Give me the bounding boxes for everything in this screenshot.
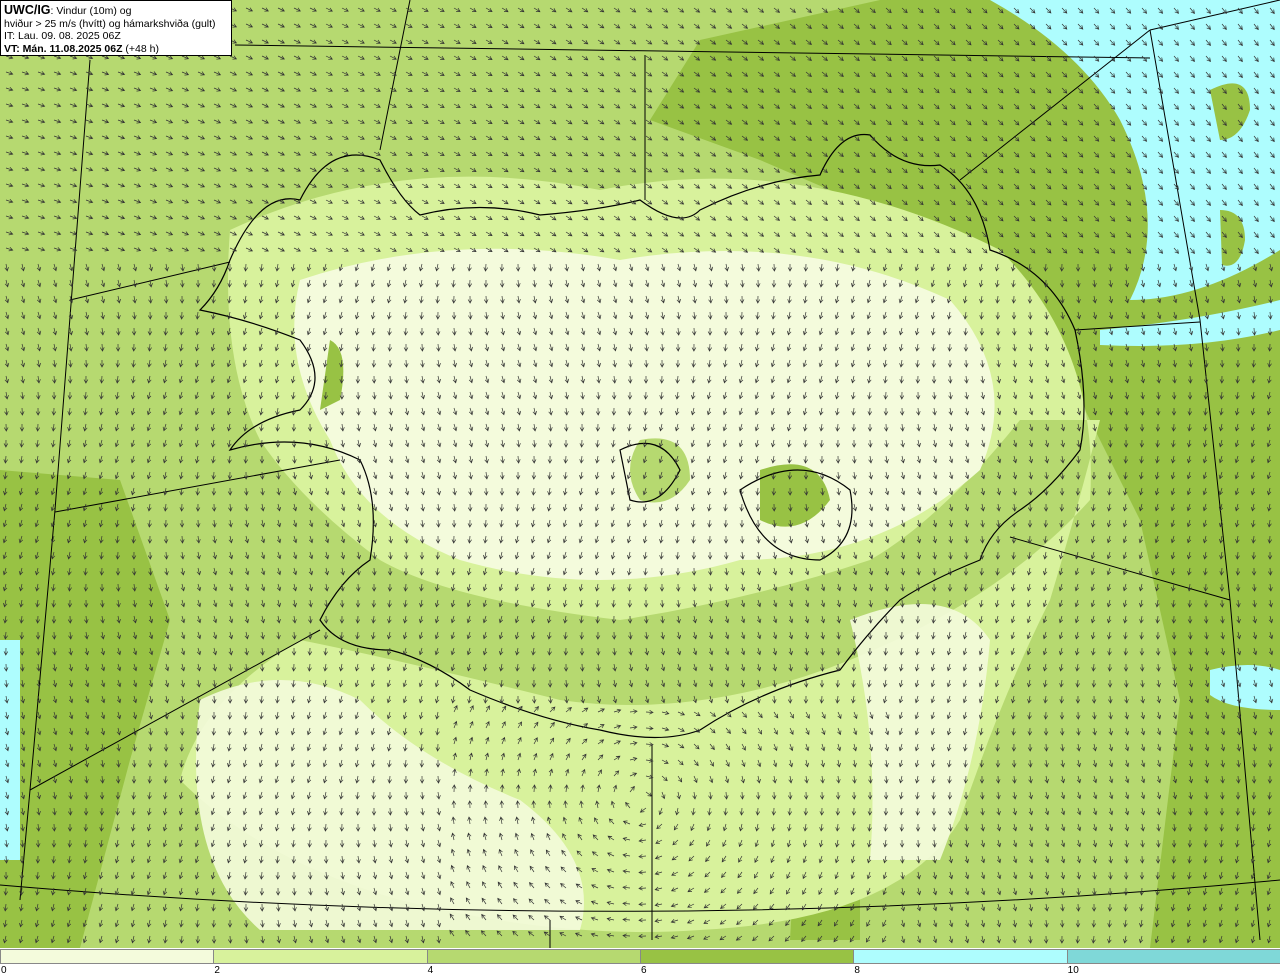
legend-separator bbox=[426, 949, 428, 964]
legend-tick-label: 0 bbox=[1, 965, 7, 976]
valid-time: VT: Mán. 11.08.2025 06Z bbox=[4, 42, 123, 55]
color-legend: 0 2 4 6 8 10 bbox=[0, 949, 1280, 978]
legend-separator bbox=[213, 949, 215, 964]
legend-swatch bbox=[1066, 949, 1280, 964]
legend-tick-label: 6 bbox=[641, 965, 647, 976]
legend-swatch bbox=[213, 949, 427, 964]
wind-speed-fill bbox=[0, 0, 1280, 948]
legend-swatch bbox=[640, 949, 854, 964]
legend-tick-label: 2 bbox=[214, 965, 220, 976]
map-title-box: UWC/IG: Vindur (10m) og hviður > 25 m/s … bbox=[0, 0, 232, 56]
title-line1: : Vindur (10m) og bbox=[50, 5, 132, 17]
legend-separator bbox=[1066, 949, 1068, 964]
forecast-offset: (+48 h) bbox=[122, 42, 159, 55]
legend-tick-label: 4 bbox=[427, 965, 434, 976]
legend-tick-label: 10 bbox=[1067, 965, 1079, 976]
legend-swatch bbox=[853, 949, 1067, 964]
wind-map bbox=[0, 0, 1280, 948]
legend-separator bbox=[640, 949, 641, 964]
legend-separator bbox=[853, 949, 855, 964]
init-time: IT: Lau. 09. 08. 2025 06Z bbox=[4, 30, 121, 42]
legend-separator bbox=[0, 949, 1, 964]
model-name: UWC/IG bbox=[4, 3, 51, 17]
legend-swatch bbox=[0, 949, 214, 964]
legend-tick-label: 8 bbox=[854, 965, 860, 976]
legend-swatch bbox=[426, 949, 640, 964]
title-line2: hviður > 25 m/s (hvítt) og hámarkshviða … bbox=[4, 17, 216, 30]
